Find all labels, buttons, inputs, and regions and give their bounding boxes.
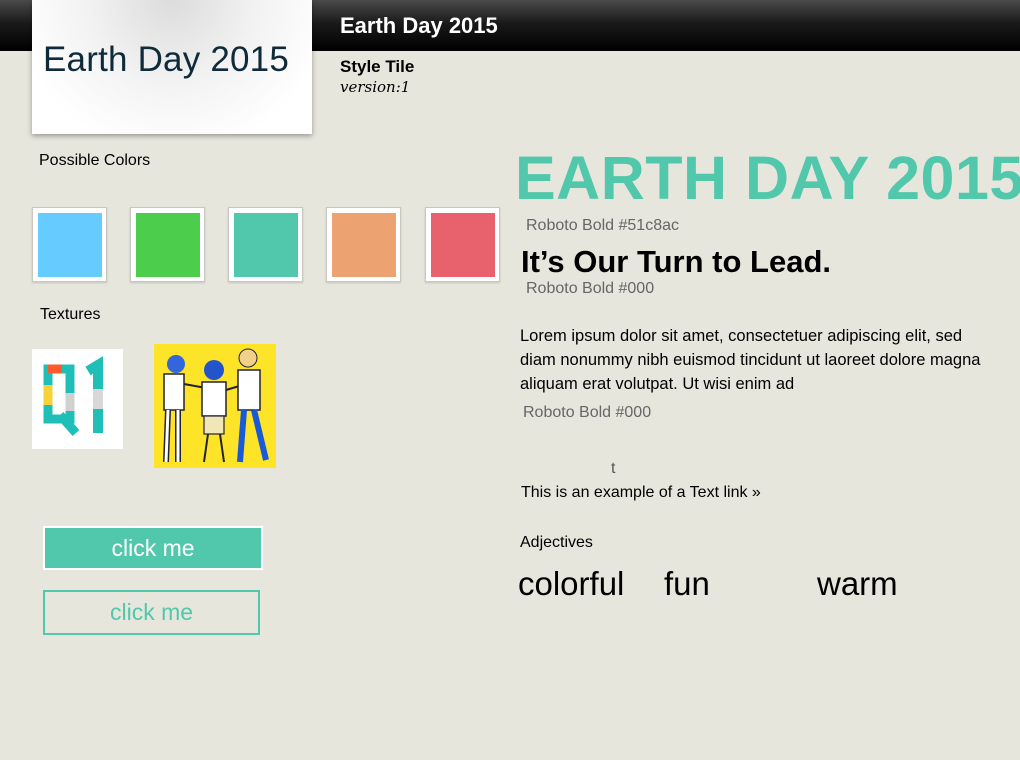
color-swatch-green [130, 207, 205, 282]
body-paragraph: Lorem ipsum dolor sit amet, consectetuer… [520, 327, 981, 393]
adjectives-heading: Adjectives [520, 534, 593, 551]
adjective-item: colorful [518, 565, 625, 602]
body-font-spec: Roboto Bold #000 [523, 404, 652, 421]
color-swatch-teal [228, 207, 303, 282]
example-text-link[interactable]: This is an example of a Text link » [521, 484, 761, 502]
swatch-fill [332, 213, 396, 277]
textures-heading: Textures [40, 306, 101, 323]
stray-character: t [611, 460, 616, 477]
color-swatch-red [425, 207, 500, 282]
colors-heading: Possible Colors [39, 152, 151, 169]
click-me-outline-button[interactable]: click me [43, 590, 260, 635]
headline: It’s Our Turn to Lead. [521, 244, 831, 279]
style-tile-label: Style Tile [340, 57, 415, 76]
version-label: version:1 [340, 78, 411, 96]
hero-heading: EARTH DAY 2015 [515, 144, 1020, 212]
logo-card: Earth Day 2015 [32, 0, 312, 134]
texture-q1-image [32, 349, 123, 449]
adjective-item: fun [664, 565, 710, 602]
adjective-item: warm [817, 565, 898, 602]
color-swatch-orange [326, 207, 401, 282]
page-title: Earth Day 2015 [340, 13, 498, 38]
swatch-fill [136, 213, 200, 277]
swatch-fill [234, 213, 298, 277]
color-swatch-blue [32, 207, 107, 282]
hero-font-spec: Roboto Bold #51c8ac [526, 217, 679, 234]
swatch-fill [431, 213, 495, 277]
logo-text: Earth Day 2015 [43, 40, 290, 79]
click-me-solid-button[interactable]: click me [43, 526, 263, 570]
headline-font-spec: Roboto Bold #000 [526, 280, 655, 297]
swatch-fill [38, 213, 102, 277]
texture-people-illustration [154, 344, 276, 468]
